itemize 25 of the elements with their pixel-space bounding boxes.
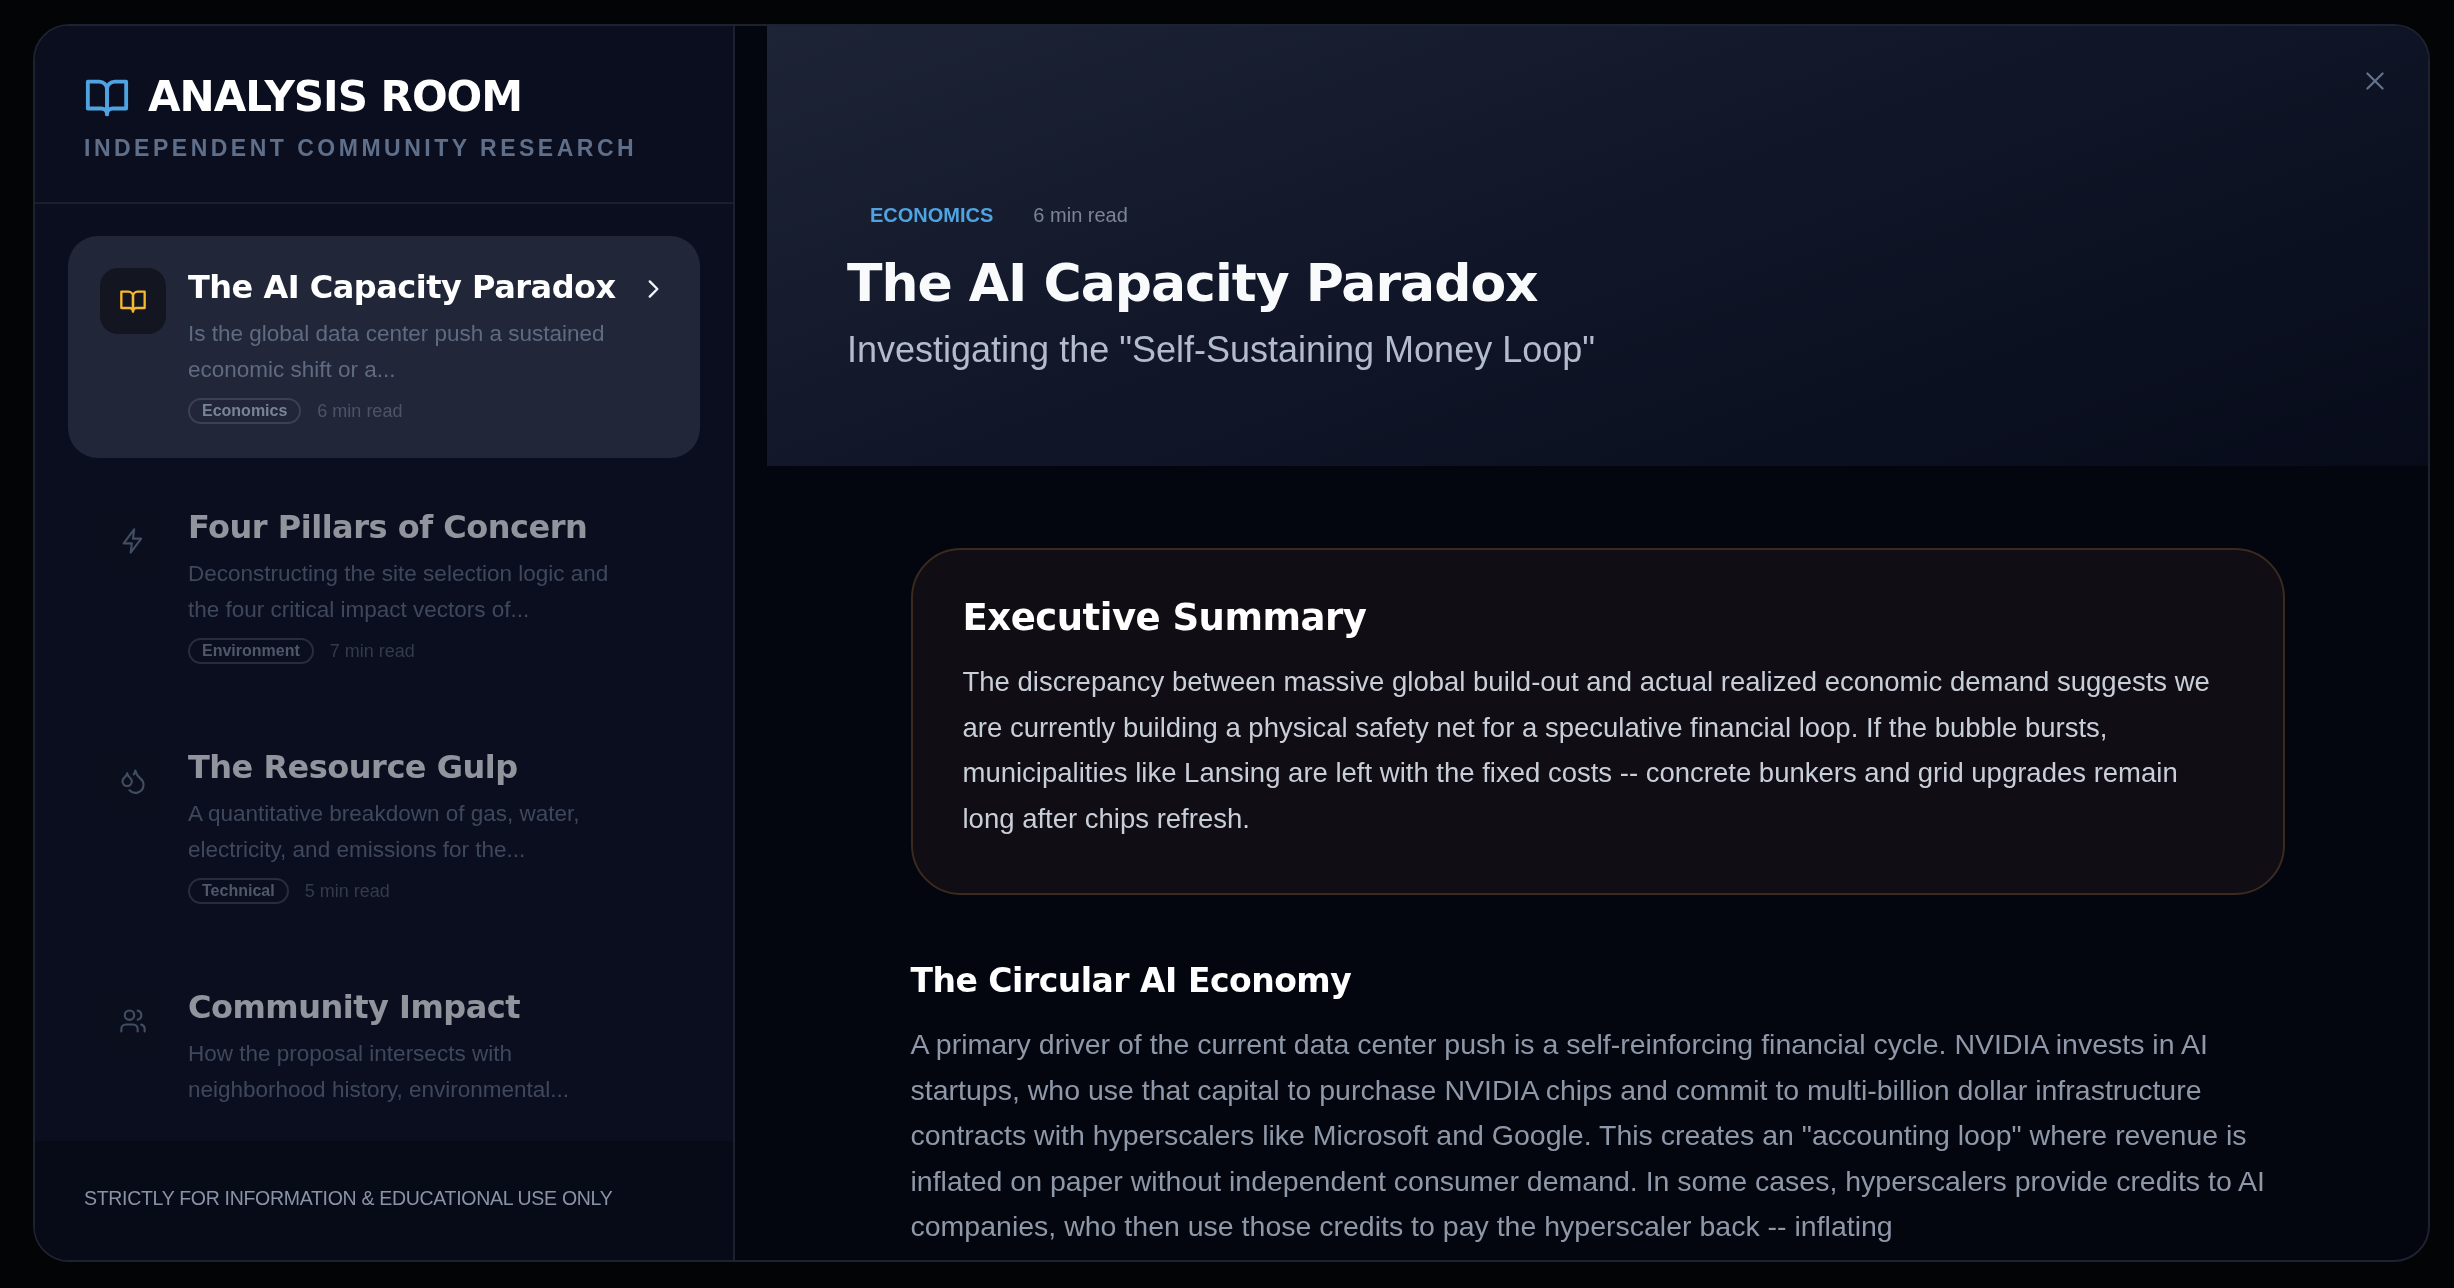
article-excerpt: A quantitative breakdown of gas, water, electricity, and emissions for the...	[188, 800, 581, 864]
summary-text: The discrepancy between massive global build-out and actual realized economic demand suggests we are currently building a physical safety net for a speculative financial loop. If the bubble bursts, municipalities like Lansing are left with the fixed costs -- concrete bunkers and grid upgrades remain long after chips refresh.	[962, 665, 2211, 836]
article-title: Four Pillars of Concern	[188, 508, 589, 546]
article-card[interactable]: Community Impact How the proposal intersects with neighborhood history, environmental...	[68, 956, 700, 1141]
droplets-icon	[119, 767, 147, 795]
section-text: A primary driver of the current data center push is a self-reinforcing financial cycle. NVIDIA invests in AI startups, who use that capital to purchase NVIDIA chips and commit to multi-billion dollar infrastructure contracts with hyperscalers like Microsoft and Google. This creates an "accounting loop" where revenue is inflated on paper without independent consumer demand. In some cases, hyperscalers provide credits to AI companies, who then use those credits to pay the hyperscaler back -- inflating	[910, 1027, 2267, 1244]
category-label: ECONOMICS	[870, 204, 994, 227]
brand-tagline: INDEPENDENT COMMUNITY RESEARCH	[84, 135, 639, 162]
section-heading: The Circular AI Economy	[910, 961, 1353, 1000]
users-icon	[119, 1007, 147, 1035]
article-excerpt: Is the global data center push a sustained economic shift or a...	[188, 320, 606, 384]
tag: Economics	[188, 398, 302, 424]
article-excerpt: How the proposal intersects with neighborhood history, environmental...	[188, 1040, 571, 1104]
tag: Environment	[188, 638, 314, 664]
article-subtitle: Investigating the "Self-Sustaining Money Loop"	[847, 329, 1597, 371]
disclaimer-text: STRICTLY FOR INFORMATION & EDUCATIONAL USE ONLY	[84, 1187, 613, 1209]
tag: Technical	[188, 878, 289, 904]
article-title: Community Impact	[188, 988, 521, 1026]
article-title: The AI Capacity Paradox	[188, 268, 617, 306]
summary-heading: Executive Summary	[962, 596, 1368, 639]
article-excerpt: Deconstructing the site selection logic and the four critical impact vectors of...	[188, 560, 610, 624]
app-title: ANALYSIS ROOM	[148, 72, 523, 121]
article-title: The AI Capacity Paradox	[847, 253, 1539, 313]
article-title: The Resource Gulp	[188, 748, 519, 786]
read-time: 6 min read	[1033, 204, 1128, 227]
